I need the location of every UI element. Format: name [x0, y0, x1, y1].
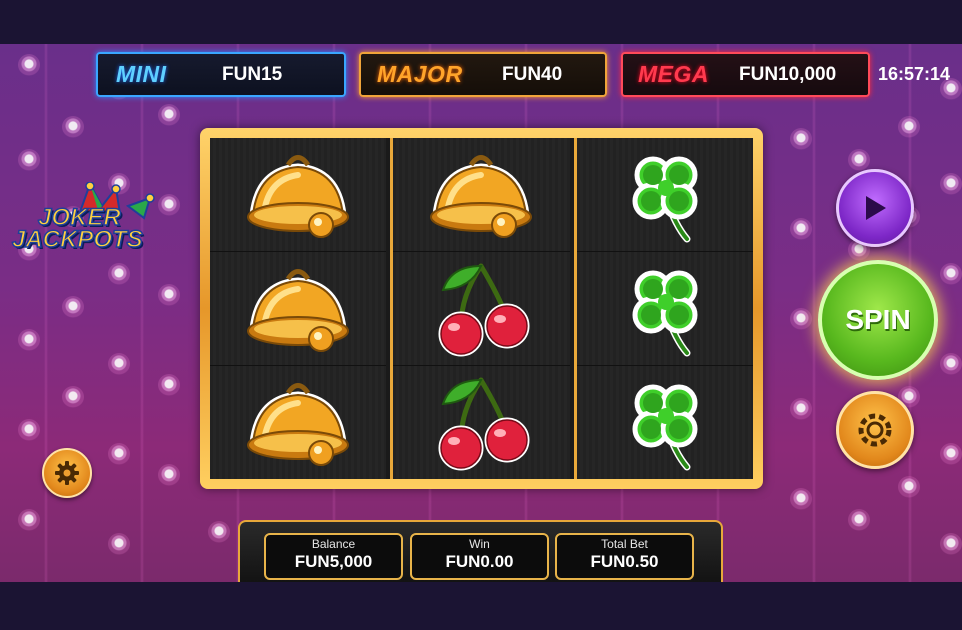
bell-symbol — [210, 252, 387, 366]
jackpot-mega-value: FUN10,000 — [739, 63, 837, 85]
reel-3 — [573, 138, 753, 479]
total-bet-value: FUN0.50 — [590, 552, 659, 571]
background-light — [790, 488, 812, 510]
background-light — [18, 509, 40, 531]
bell-symbol — [393, 138, 570, 252]
background-light — [940, 353, 962, 375]
top-bar — [0, 0, 962, 44]
win-label: Win — [469, 537, 490, 551]
background-light — [62, 386, 84, 408]
cherries-symbol — [393, 366, 569, 479]
background-light — [18, 149, 40, 171]
background-light — [18, 54, 40, 76]
clover-symbol — [577, 366, 753, 479]
bell-icon — [247, 154, 350, 238]
bell-symbol — [210, 366, 386, 479]
background-light — [848, 149, 870, 171]
bottom-bar — [0, 582, 962, 630]
background-light — [898, 116, 920, 138]
background-light — [108, 443, 130, 465]
clover-icon — [632, 270, 698, 356]
spin-label: SPIN — [845, 304, 911, 335]
reel-frame — [200, 128, 763, 489]
clover-symbol — [576, 252, 753, 366]
background-light — [158, 374, 180, 396]
jackpot-mega: MEGA FUN10,000 — [621, 52, 870, 97]
jackpot-major-value: FUN40 — [502, 63, 563, 85]
background-light — [18, 419, 40, 441]
gear-icon — [55, 461, 79, 485]
settings-button[interactable] — [42, 448, 92, 498]
win-value: FUN0.00 — [445, 552, 514, 571]
bell-icon — [247, 268, 350, 352]
reels — [210, 138, 753, 479]
jackpot-mega-name: MEGA — [638, 61, 709, 87]
background-light — [790, 398, 812, 420]
cherries-icon — [438, 263, 530, 357]
bell-icon — [247, 382, 350, 466]
balance-value: FUN5,000 — [294, 552, 373, 571]
background-light — [898, 476, 920, 498]
background-light — [18, 329, 40, 351]
background-light — [208, 521, 230, 543]
jackpot-mini-name: MINI — [116, 61, 167, 87]
clover-icon — [632, 156, 698, 242]
win-box: Win FUN0.00 — [410, 533, 549, 580]
background-light — [108, 353, 130, 375]
logo-line-2: JACKPOTS — [11, 225, 143, 254]
background-light — [940, 173, 962, 195]
background-light — [940, 443, 962, 465]
reel-2 — [390, 138, 570, 479]
joker-jackpots-logo: JOKER JACKPOTS — [10, 182, 160, 262]
reel-1 — [210, 138, 387, 479]
background-light — [790, 308, 812, 330]
clover-symbol — [576, 138, 753, 252]
background-light — [158, 464, 180, 486]
jackpot-mini: MINI FUN15 — [96, 52, 346, 97]
background-light — [62, 116, 84, 138]
bell-symbol — [210, 138, 387, 252]
background-light — [940, 533, 962, 555]
background-light — [848, 509, 870, 531]
balance-box: Balance FUN5,000 — [264, 533, 403, 580]
background-light — [158, 284, 180, 306]
background-light — [158, 194, 180, 216]
bet-chip-button[interactable] — [836, 391, 914, 469]
background-light — [790, 218, 812, 240]
cherries-icon — [438, 377, 530, 471]
total-bet-box[interactable]: Total Bet FUN0.50 — [555, 533, 694, 580]
jackpot-mini-value: FUN15 — [222, 63, 283, 85]
jackpot-major: MAJOR FUN40 — [359, 52, 607, 97]
chip-icon — [858, 413, 892, 447]
game-stage: JOKER JACKPOTS SPIN — [0, 44, 962, 582]
bell-icon — [430, 154, 533, 238]
background-light — [108, 533, 130, 555]
autoplay-button[interactable] — [836, 169, 914, 247]
play-icon — [866, 196, 886, 220]
background-light — [158, 104, 180, 126]
spin-button[interactable]: SPIN — [818, 260, 938, 380]
clock: 16:57:14 — [878, 64, 951, 84]
total-bet-label: Total Bet — [601, 537, 648, 551]
clover-icon — [632, 384, 698, 470]
info-bar: Balance FUN5,000 Win FUN0.00 Total Bet F… — [238, 520, 723, 584]
balance-label: Balance — [311, 537, 356, 551]
background-light — [108, 263, 130, 285]
background-light — [940, 263, 962, 285]
cherries-symbol — [393, 252, 570, 366]
jackpot-major-name: MAJOR — [377, 61, 463, 87]
background-light — [62, 296, 84, 318]
background-light — [790, 128, 812, 150]
